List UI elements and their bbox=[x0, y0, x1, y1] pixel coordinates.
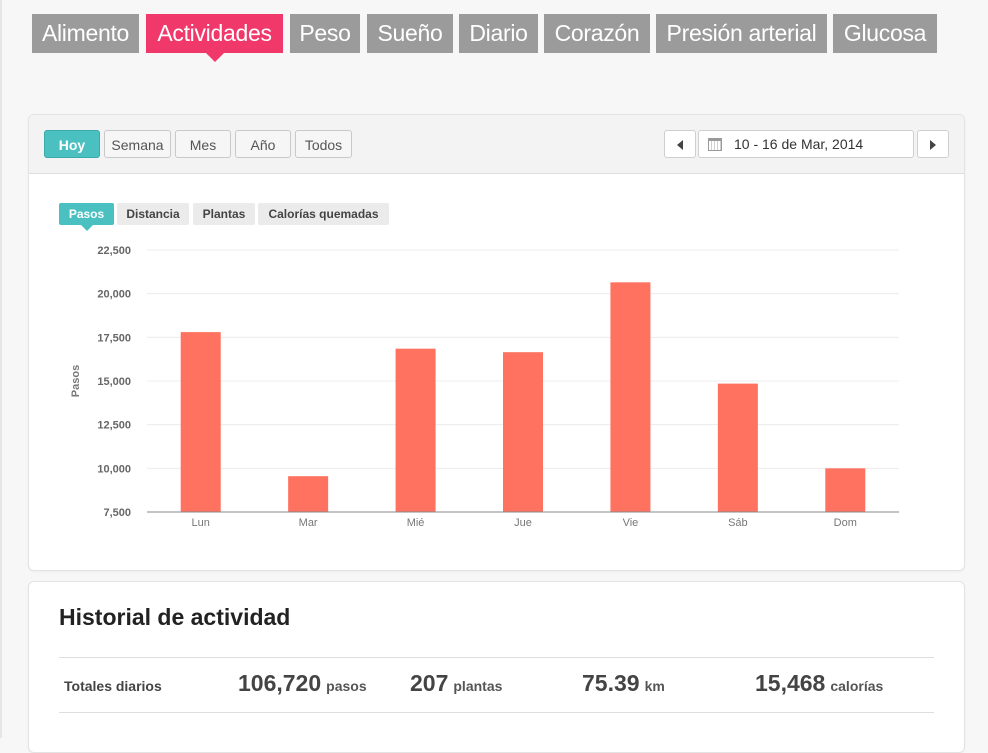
stat-floors-value: 207 bbox=[410, 670, 449, 696]
tab-actividades[interactable]: Actividades bbox=[146, 14, 283, 62]
y-axis-label: Pasos bbox=[70, 365, 82, 397]
stat-calories-value: 15,468 bbox=[755, 670, 826, 696]
x-tick-label: Sáb bbox=[728, 517, 748, 529]
tab-peso[interactable]: Peso bbox=[290, 14, 360, 53]
x-tick-label: Lun bbox=[192, 517, 210, 529]
stat-calories-unit: calorías bbox=[830, 678, 884, 694]
tab-diario[interactable]: Diario bbox=[459, 14, 538, 53]
bar-6 bbox=[825, 468, 866, 512]
y-tick-label: 17,500 bbox=[97, 332, 131, 344]
bar-4 bbox=[610, 282, 651, 512]
stat-floors-unit: plantas bbox=[453, 678, 503, 694]
bar-1 bbox=[288, 476, 329, 512]
y-tick-label: 20,000 bbox=[97, 289, 131, 301]
tab-corazon[interactable]: Corazón bbox=[544, 14, 650, 53]
x-tick-label: Jue bbox=[514, 517, 532, 529]
bar-5 bbox=[717, 383, 758, 512]
left-border bbox=[0, 0, 2, 738]
stat-floors: 207 plantas bbox=[410, 670, 502, 697]
bar-2 bbox=[395, 348, 436, 512]
y-tick-label: 12,500 bbox=[97, 420, 131, 432]
daily-totals-label: Totales diarios bbox=[64, 678, 162, 694]
stat-steps: 106,720 pasos bbox=[238, 670, 367, 697]
history-title: Historial de actividad bbox=[59, 604, 291, 630]
stat-distance-value: 75.39 bbox=[582, 670, 640, 696]
y-tick-label: 15,000 bbox=[97, 376, 131, 388]
stat-steps-unit: pasos bbox=[326, 678, 367, 694]
stat-distance: 75.39 km bbox=[582, 670, 665, 697]
tab-alimento[interactable]: Alimento bbox=[32, 14, 139, 53]
x-tick-label: Vie bbox=[623, 517, 639, 529]
y-tick-label: 10,000 bbox=[97, 463, 131, 475]
bar-3 bbox=[503, 352, 543, 512]
history-divider-top bbox=[59, 657, 934, 658]
x-tick-label: Mar bbox=[299, 517, 318, 529]
y-tick-label: 7,500 bbox=[103, 507, 131, 519]
tab-sueno[interactable]: Sueño bbox=[367, 14, 453, 53]
tab-presion-arterial[interactable]: Presión arterial bbox=[656, 14, 827, 53]
steps-bar-chart: 7,500 10,000 12,500 15,000 17,500 20,000 22,50… bbox=[70, 245, 899, 529]
activity-history-card: Historial de actividad Totales diarios 1… bbox=[28, 581, 965, 753]
stat-calories: 15,468 calorías bbox=[755, 670, 883, 697]
x-tick-label: Mié bbox=[407, 517, 425, 529]
activity-chart-card: Hoy Semana Mes Año Todos 10 - 16 de Mar,… bbox=[28, 114, 965, 571]
history-divider-bottom bbox=[59, 712, 934, 713]
stat-steps-value: 106,720 bbox=[238, 670, 322, 696]
x-tick-label: Dom bbox=[834, 517, 857, 529]
tab-glucosa[interactable]: Glucosa bbox=[833, 14, 937, 53]
bar-0 bbox=[180, 332, 221, 512]
stat-distance-unit: km bbox=[644, 678, 665, 694]
y-tick-label: 22,500 bbox=[97, 245, 131, 257]
